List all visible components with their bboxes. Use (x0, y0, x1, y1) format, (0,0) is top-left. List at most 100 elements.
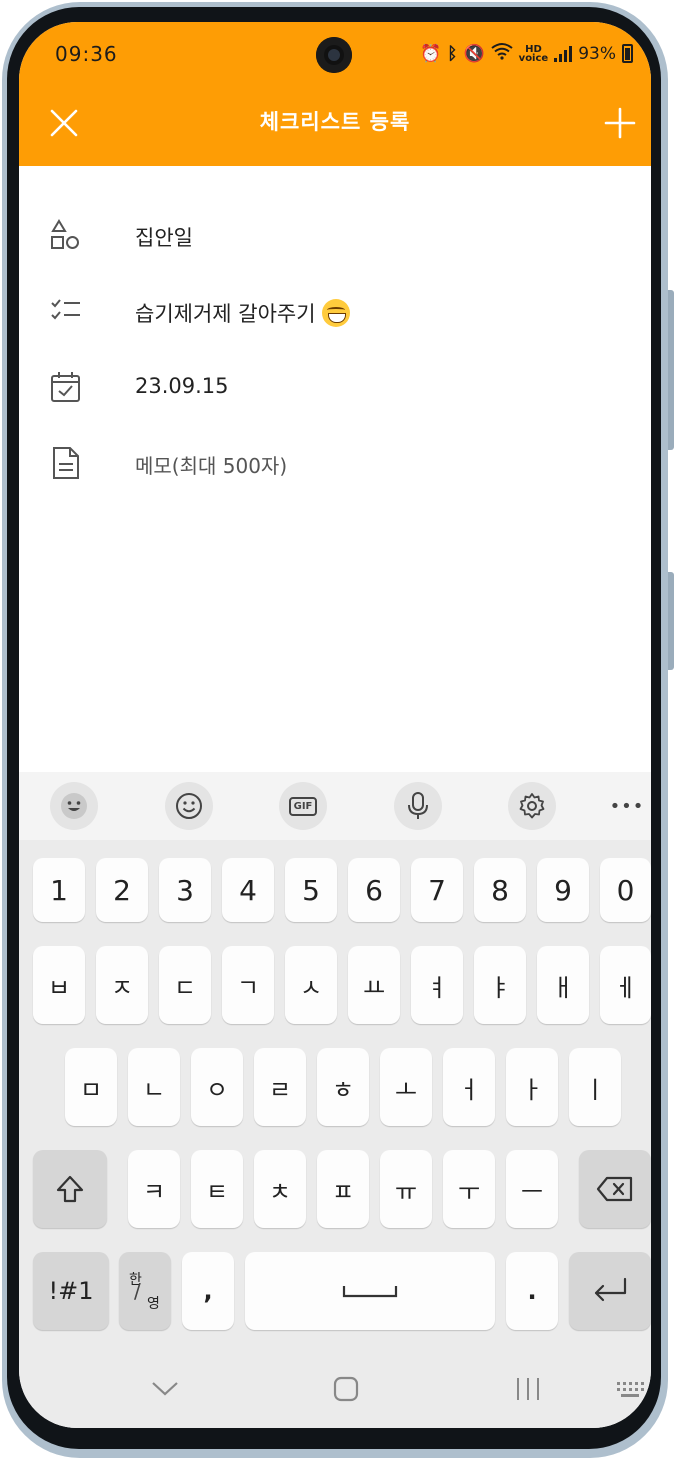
signal-icon (554, 45, 573, 62)
key-kieuk[interactable]: ㅋ (128, 1150, 180, 1228)
key-9[interactable]: 9 (537, 858, 589, 922)
volume-button (668, 290, 674, 450)
task-value: 습기제거제 갈아주기 (135, 298, 350, 329)
category-row[interactable]: 집안일 (19, 206, 651, 266)
gif-button[interactable]: GIF (279, 782, 327, 830)
shift-icon (56, 1175, 84, 1203)
keyboard-settings-button[interactable] (508, 782, 556, 830)
keyboard: GIF ••• 1 2 3 4 5 6 7 8 9 0 ㅂ ㅈ ㄷ ㄱ ㅅ ㅛ … (19, 772, 651, 1428)
language-switch-key[interactable]: 한 / 영 (119, 1252, 171, 1330)
lang-english-label: 영 (147, 1296, 160, 1312)
memo-row[interactable]: 메모(최대 500자) (19, 434, 651, 494)
key-yu[interactable]: ㅠ (380, 1150, 432, 1228)
screen: 09:36 ⏰ ᛒ 🔇 HD voice 93% 체크리스트 등록 집안일 습기… (19, 22, 651, 1428)
battery-level: 93% (578, 43, 616, 64)
key-bieup[interactable]: ㅂ (33, 946, 85, 1024)
key-o[interactable]: ㅗ (380, 1048, 432, 1126)
emoji-icon (61, 793, 87, 819)
date-row[interactable]: 23.09.15 (19, 358, 651, 418)
key-8[interactable]: 8 (474, 858, 526, 922)
key-1[interactable]: 1 (33, 858, 85, 922)
chevron-down-icon (152, 1382, 178, 1396)
key-u[interactable]: ㅜ (443, 1150, 495, 1228)
enter-key[interactable] (569, 1252, 651, 1330)
category-value: 집안일 (135, 226, 193, 250)
voice-input-button[interactable] (394, 782, 442, 830)
enter-icon (594, 1277, 627, 1302)
front-camera (316, 37, 352, 73)
backspace-icon (596, 1176, 633, 1202)
key-3[interactable]: 3 (159, 858, 211, 922)
key-a[interactable]: ㅏ (506, 1048, 558, 1126)
emoji-button[interactable] (50, 782, 98, 830)
memo-input[interactable]: 메모(최대 500자) (135, 450, 287, 479)
key-yeo[interactable]: ㅕ (411, 946, 463, 1024)
phone-frame: 09:36 ⏰ ᛒ 🔇 HD voice 93% 체크리스트 등록 집안일 습기… (0, 0, 674, 1461)
key-2[interactable]: 2 (96, 858, 148, 922)
task-row[interactable]: 습기제거제 갈아주기 (19, 282, 651, 342)
recents-button[interactable] (515, 1376, 541, 1406)
key-ya[interactable]: ㅑ (474, 946, 526, 1024)
period-key[interactable]: . (506, 1252, 558, 1330)
key-rieul[interactable]: ㄹ (254, 1048, 306, 1126)
key-yo[interactable]: ㅛ (348, 946, 400, 1024)
sticker-button[interactable] (165, 782, 213, 830)
keyboard-toolbar: GIF ••• (19, 772, 651, 840)
key-pieup[interactable]: ㅍ (317, 1150, 369, 1228)
key-6[interactable]: 6 (348, 858, 400, 922)
hide-keyboard-button[interactable] (151, 1380, 179, 1402)
hd-voice-icon: HD voice (518, 43, 549, 64)
key-mieum[interactable]: ㅁ (65, 1048, 117, 1126)
smiley-icon (176, 793, 202, 819)
alarm-icon: ⏰ (420, 43, 442, 64)
key-ieung[interactable]: ㅇ (191, 1048, 243, 1126)
mic-icon (408, 792, 428, 819)
space-key[interactable] (245, 1252, 495, 1330)
key-giyeok[interactable]: ㄱ (222, 946, 274, 1024)
key-7[interactable]: 7 (411, 858, 463, 922)
shapes-icon (49, 218, 83, 252)
key-tieut[interactable]: ㅌ (191, 1150, 243, 1228)
task-text: 습기제거제 갈아주기 (135, 302, 316, 326)
key-0[interactable]: 0 (600, 858, 651, 922)
key-5[interactable]: 5 (285, 858, 337, 922)
comma-key[interactable]: , (182, 1252, 234, 1330)
key-e[interactable]: ㅔ (600, 946, 651, 1024)
sweat-smile-emoji (321, 299, 350, 327)
key-hieut[interactable]: ㅎ (317, 1048, 369, 1126)
key-digeut[interactable]: ㄷ (159, 946, 211, 1024)
key-ae[interactable]: ㅐ (537, 946, 589, 1024)
status-time: 09:36 (55, 42, 118, 66)
key-i[interactable]: ㅣ (569, 1048, 621, 1126)
shift-key[interactable] (33, 1150, 107, 1228)
page-title: 체크리스트 등록 (259, 110, 411, 134)
recents-icon (517, 1378, 539, 1400)
power-button (668, 572, 674, 670)
keyboard-switch-button[interactable] (615, 1380, 645, 1404)
backspace-key[interactable] (579, 1150, 651, 1228)
more-icon: ••• (609, 795, 645, 817)
add-button[interactable] (603, 106, 637, 140)
home-icon (333, 1376, 359, 1402)
key-eu[interactable]: ㅡ (506, 1150, 558, 1228)
keyboard-icon (617, 1382, 644, 1397)
vibrate-icon: 🔇 (463, 43, 485, 64)
home-button[interactable] (333, 1376, 359, 1406)
more-options-button[interactable]: ••• (603, 782, 651, 830)
key-siot[interactable]: ㅅ (285, 946, 337, 1024)
calendar-check-icon (49, 370, 83, 404)
document-icon (49, 446, 83, 480)
key-jieut[interactable]: ㅈ (96, 946, 148, 1024)
lang-slash: / (134, 1279, 141, 1303)
space-icon (342, 1286, 398, 1298)
symbols-key[interactable]: !#1 (33, 1252, 109, 1330)
battery-icon (622, 44, 633, 63)
gif-icon: GIF (288, 796, 318, 816)
wifi-icon (491, 42, 513, 65)
key-chieut[interactable]: ㅊ (254, 1150, 306, 1228)
key-nieun[interactable]: ㄴ (128, 1048, 180, 1126)
key-4[interactable]: 4 (222, 858, 274, 922)
checklist-icon (49, 294, 83, 328)
key-eo[interactable]: ㅓ (443, 1048, 495, 1126)
app-header: 09:36 ⏰ ᛒ 🔇 HD voice 93% 체크리스트 등록 (19, 22, 651, 166)
